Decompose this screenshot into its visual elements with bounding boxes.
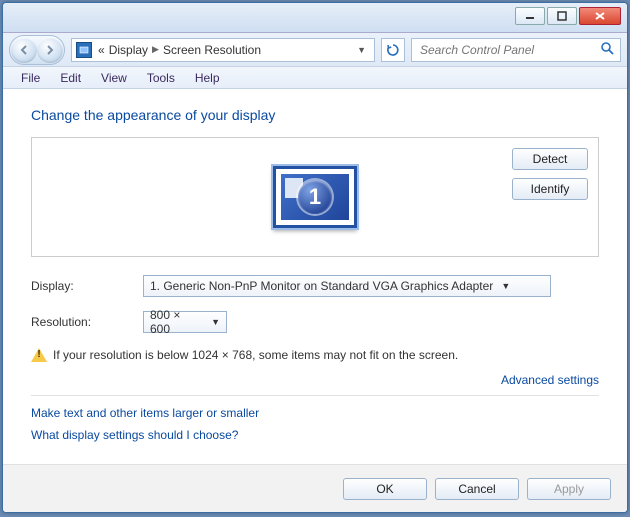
breadcrumb-prefix: « [98,43,105,57]
display-dropdown-value: 1. Generic Non-PnP Monitor on Standard V… [150,279,493,293]
breadcrumb-screen-resolution[interactable]: Screen Resolution [163,43,261,57]
text-size-link[interactable]: Make text and other items larger or smal… [31,406,599,420]
chevron-down-icon: ▼ [211,317,220,327]
detect-button[interactable]: Detect [512,148,588,170]
menu-tools[interactable]: Tools [137,69,185,87]
titlebar [3,3,627,33]
warning-icon [31,347,47,363]
window-frame: « Display ▶ Screen Resolution ▼ File Edi… [2,2,628,513]
monitor-1-icon[interactable]: 1 [273,166,357,228]
resolution-dropdown[interactable]: 800 × 600 ▼ [143,311,227,333]
content-area: Change the appearance of your display De… [3,89,627,460]
arrow-right-icon [45,45,55,55]
breadcrumb-display[interactable]: Display [109,43,148,57]
apply-button[interactable]: Apply [527,478,611,500]
resolution-label: Resolution: [31,315,143,329]
minimize-button[interactable] [515,7,545,25]
chevron-down-icon: ▼ [501,281,510,291]
monitor-number: 1 [298,180,332,214]
cancel-button[interactable]: Cancel [435,478,519,500]
refresh-button[interactable] [381,38,405,62]
nav-arrows [9,35,65,65]
display-label: Display: [31,279,143,293]
display-dropdown[interactable]: 1. Generic Non-PnP Monitor on Standard V… [143,275,551,297]
address-dropdown-icon[interactable]: ▼ [353,45,370,55]
footer-buttons: OK Cancel Apply [3,464,627,512]
maximize-button[interactable] [547,7,577,25]
refresh-icon [386,43,400,57]
advanced-settings-link[interactable]: Advanced settings [501,373,599,387]
menu-view[interactable]: View [91,69,137,87]
back-button[interactable] [11,37,37,63]
menu-bar: File Edit View Tools Help [3,67,627,89]
identify-button[interactable]: Identify [512,178,588,200]
control-panel-icon [76,42,92,58]
monitor-preview-box: Detect Identify 1 [31,137,599,257]
search-input[interactable] [418,42,600,58]
menu-file[interactable]: File [11,69,50,87]
breadcrumb-sep-1: ▶ [152,44,159,55]
page-title: Change the appearance of your display [31,107,599,123]
address-bar[interactable]: « Display ▶ Screen Resolution ▼ [71,38,375,62]
nav-row: « Display ▶ Screen Resolution ▼ [3,33,627,67]
close-button[interactable] [579,7,621,25]
divider [31,395,599,396]
warning-text: If your resolution is below 1024 × 768, … [53,348,458,362]
menu-edit[interactable]: Edit [50,69,91,87]
help-link[interactable]: What display settings should I choose? [31,428,599,442]
window-controls [513,7,621,25]
resolution-dropdown-value: 800 × 600 [150,308,203,336]
close-icon [594,11,606,21]
forward-button[interactable] [37,37,63,63]
search-box[interactable] [411,38,621,62]
minimize-icon [525,11,535,21]
ok-button[interactable]: OK [343,478,427,500]
arrow-left-icon [19,45,29,55]
search-icon[interactable] [600,41,614,58]
menu-help[interactable]: Help [185,69,230,87]
maximize-icon [557,11,567,21]
